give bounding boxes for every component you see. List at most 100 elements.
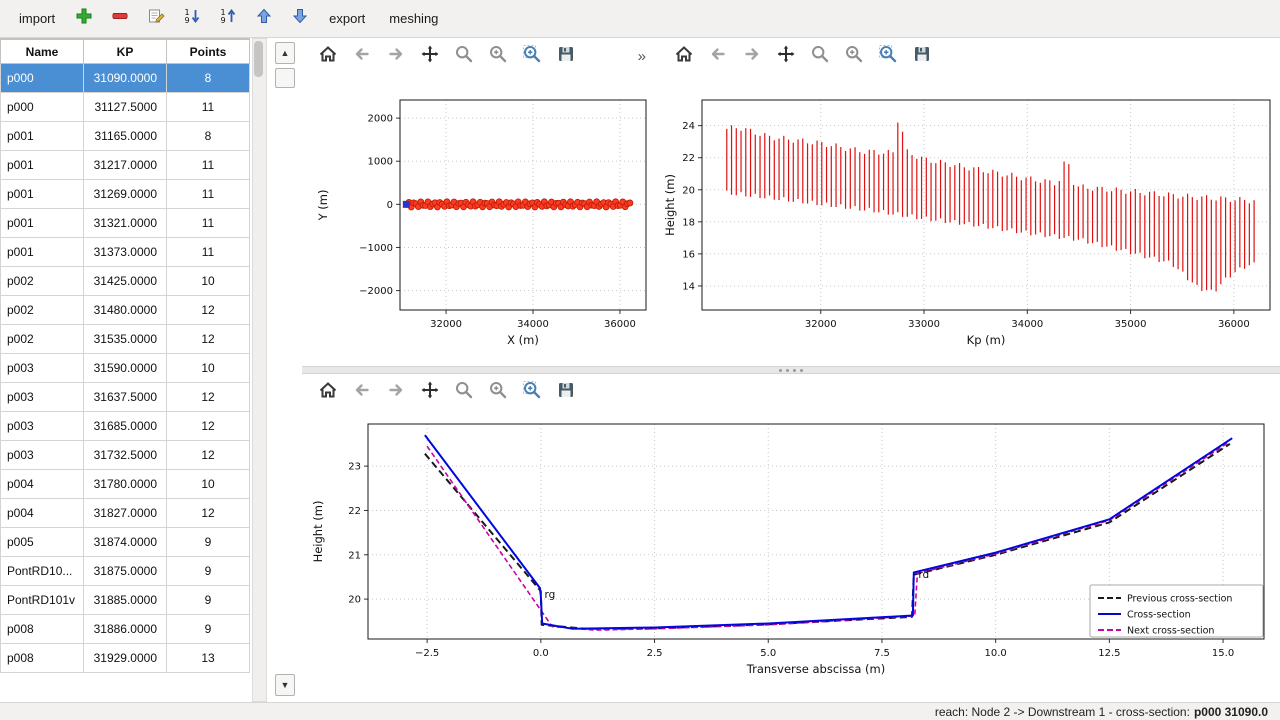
table-row[interactable]: p00131217.000011	[1, 151, 250, 180]
table-row[interactable]: p00531874.00009	[1, 528, 250, 557]
back-icon	[352, 44, 372, 69]
move-up-button[interactable]	[250, 5, 278, 33]
row-kp: 31425.0000	[84, 267, 167, 296]
table-row[interactable]: p00231425.000010	[1, 267, 250, 296]
content-area: Name KP Points p00031090.00008p00031127.…	[0, 38, 1280, 702]
row-points: 8	[167, 64, 250, 93]
row-kp: 31217.0000	[84, 151, 167, 180]
remove-button[interactable]	[106, 5, 134, 33]
table-row[interactable]: p00831929.000013	[1, 644, 250, 673]
table-row[interactable]: PontRD10...31875.00009	[1, 557, 250, 586]
row-points: 10	[167, 354, 250, 383]
mpl-zoom-alt-button[interactable]	[840, 42, 868, 70]
top-plot-toolbars: »	[302, 38, 1280, 74]
mpl-save-button[interactable]	[908, 42, 936, 70]
plan-view-toolbar: »	[302, 42, 658, 70]
sort-descending-button[interactable]: 19	[214, 5, 242, 33]
table-row[interactable]: p00331685.000012	[1, 412, 250, 441]
table-row[interactable]: p00131269.000011	[1, 180, 250, 209]
table-row[interactable]: p00431827.000012	[1, 499, 250, 528]
edit-button[interactable]	[142, 5, 170, 33]
import-button[interactable]: import	[10, 7, 64, 30]
table-row[interactable]: p00331590.000010	[1, 354, 250, 383]
svg-text:35000: 35000	[1115, 319, 1147, 330]
mpl-save-button[interactable]	[552, 42, 580, 70]
export-button[interactable]: export	[320, 7, 374, 30]
mpl-zoom-rect-button[interactable]	[874, 42, 902, 70]
mpl-home-button[interactable]	[314, 378, 342, 406]
toolbar-icon-group: 1919	[70, 5, 314, 33]
main-toolbar: import 1919 export meshing	[0, 0, 1280, 38]
mpl-zoom-rect-button[interactable]	[518, 378, 546, 406]
table-row[interactable]: PontRD101v31885.00009	[1, 586, 250, 615]
mpl-save-button[interactable]	[552, 378, 580, 406]
sort-ascending-button[interactable]: 19	[178, 5, 206, 33]
mpl-zoom-rect-button[interactable]	[518, 42, 546, 70]
table-row[interactable]: p00231480.000012	[1, 296, 250, 325]
mpl-forward-button[interactable]	[738, 42, 766, 70]
svg-text:9: 9	[185, 16, 190, 25]
table-scrollbar-thumb[interactable]	[254, 41, 263, 77]
svg-text:23: 23	[348, 462, 361, 473]
mpl-back-button[interactable]	[348, 42, 376, 70]
toolbar-overflow-button[interactable]: »	[638, 48, 646, 65]
mpl-back-button[interactable]	[348, 378, 376, 406]
table-row[interactable]: p00331732.500012	[1, 441, 250, 470]
table-row[interactable]: p00131165.00008	[1, 122, 250, 151]
header-points[interactable]: Points	[167, 40, 250, 64]
row-points: 12	[167, 296, 250, 325]
cross-sections-panel: Name KP Points p00031090.00008p00031127.…	[0, 38, 302, 702]
row-points: 12	[167, 325, 250, 354]
table-row[interactable]: p00131321.000011	[1, 209, 250, 238]
svg-text:0.0: 0.0	[533, 648, 549, 659]
mpl-zoom-alt-button[interactable]	[484, 42, 512, 70]
svg-text:32000: 32000	[430, 319, 462, 330]
mpl-zoom-alt-button[interactable]	[484, 378, 512, 406]
add-button[interactable]	[70, 5, 98, 33]
save-icon	[912, 44, 932, 69]
splitter-handle[interactable]	[302, 366, 1280, 374]
svg-text:−2.5: −2.5	[415, 648, 439, 659]
table-row[interactable]: p00831886.00009	[1, 615, 250, 644]
mpl-pan-button[interactable]	[416, 378, 444, 406]
mpl-zoom-button[interactable]	[450, 378, 478, 406]
svg-text:Cross-section: Cross-section	[1127, 610, 1191, 621]
cross-section-chart[interactable]: −2.50.02.55.07.510.012.515.020212223Tran…	[302, 410, 1280, 702]
move-down-button[interactable]	[286, 5, 314, 33]
scroll-down-button[interactable]: ▼	[275, 674, 295, 696]
row-points: 9	[167, 586, 250, 615]
table-scrollbar[interactable]	[252, 38, 267, 702]
table-row[interactable]: p00231535.000012	[1, 325, 250, 354]
svg-text:16: 16	[682, 249, 695, 260]
svg-text:36000: 36000	[604, 319, 636, 330]
cross-section-toolbar	[302, 378, 592, 406]
mpl-home-button[interactable]	[670, 42, 698, 70]
svg-text:Height (m): Height (m)	[311, 501, 325, 563]
table-row[interactable]: p00131373.000011	[1, 238, 250, 267]
mpl-zoom-button[interactable]	[450, 42, 478, 70]
header-kp[interactable]: KP	[84, 40, 167, 64]
row-points: 11	[167, 209, 250, 238]
mpl-home-button[interactable]	[314, 42, 342, 70]
table-row[interactable]: p00031090.00008	[1, 64, 250, 93]
scroll-up-button[interactable]: ▲	[275, 42, 295, 64]
mpl-pan-button[interactable]	[416, 42, 444, 70]
table-row[interactable]: p00431780.000010	[1, 470, 250, 499]
mpl-forward-button[interactable]	[382, 378, 410, 406]
mpl-pan-button[interactable]	[772, 42, 800, 70]
svg-text:2000: 2000	[368, 114, 393, 125]
row-name: p001	[1, 238, 84, 267]
mpl-zoom-button[interactable]	[806, 42, 834, 70]
panel-scrollbar-thumb[interactable]	[275, 68, 295, 88]
table-row[interactable]: p00031127.500011	[1, 93, 250, 122]
mpl-forward-button[interactable]	[382, 42, 410, 70]
plan-view-chart[interactable]: 320003400036000−2000−1000010002000X (m)Y…	[302, 74, 658, 366]
header-name[interactable]: Name	[1, 40, 84, 64]
longitudinal-profile-chart[interactable]: 3200033000340003500036000141618202224Kp …	[658, 74, 1280, 366]
table-row[interactable]: p00331637.500012	[1, 383, 250, 412]
meshing-button[interactable]: meshing	[380, 7, 447, 30]
mpl-back-button[interactable]	[704, 42, 732, 70]
back-icon	[352, 380, 372, 405]
home-icon	[318, 44, 338, 69]
row-kp: 31127.5000	[84, 93, 167, 122]
